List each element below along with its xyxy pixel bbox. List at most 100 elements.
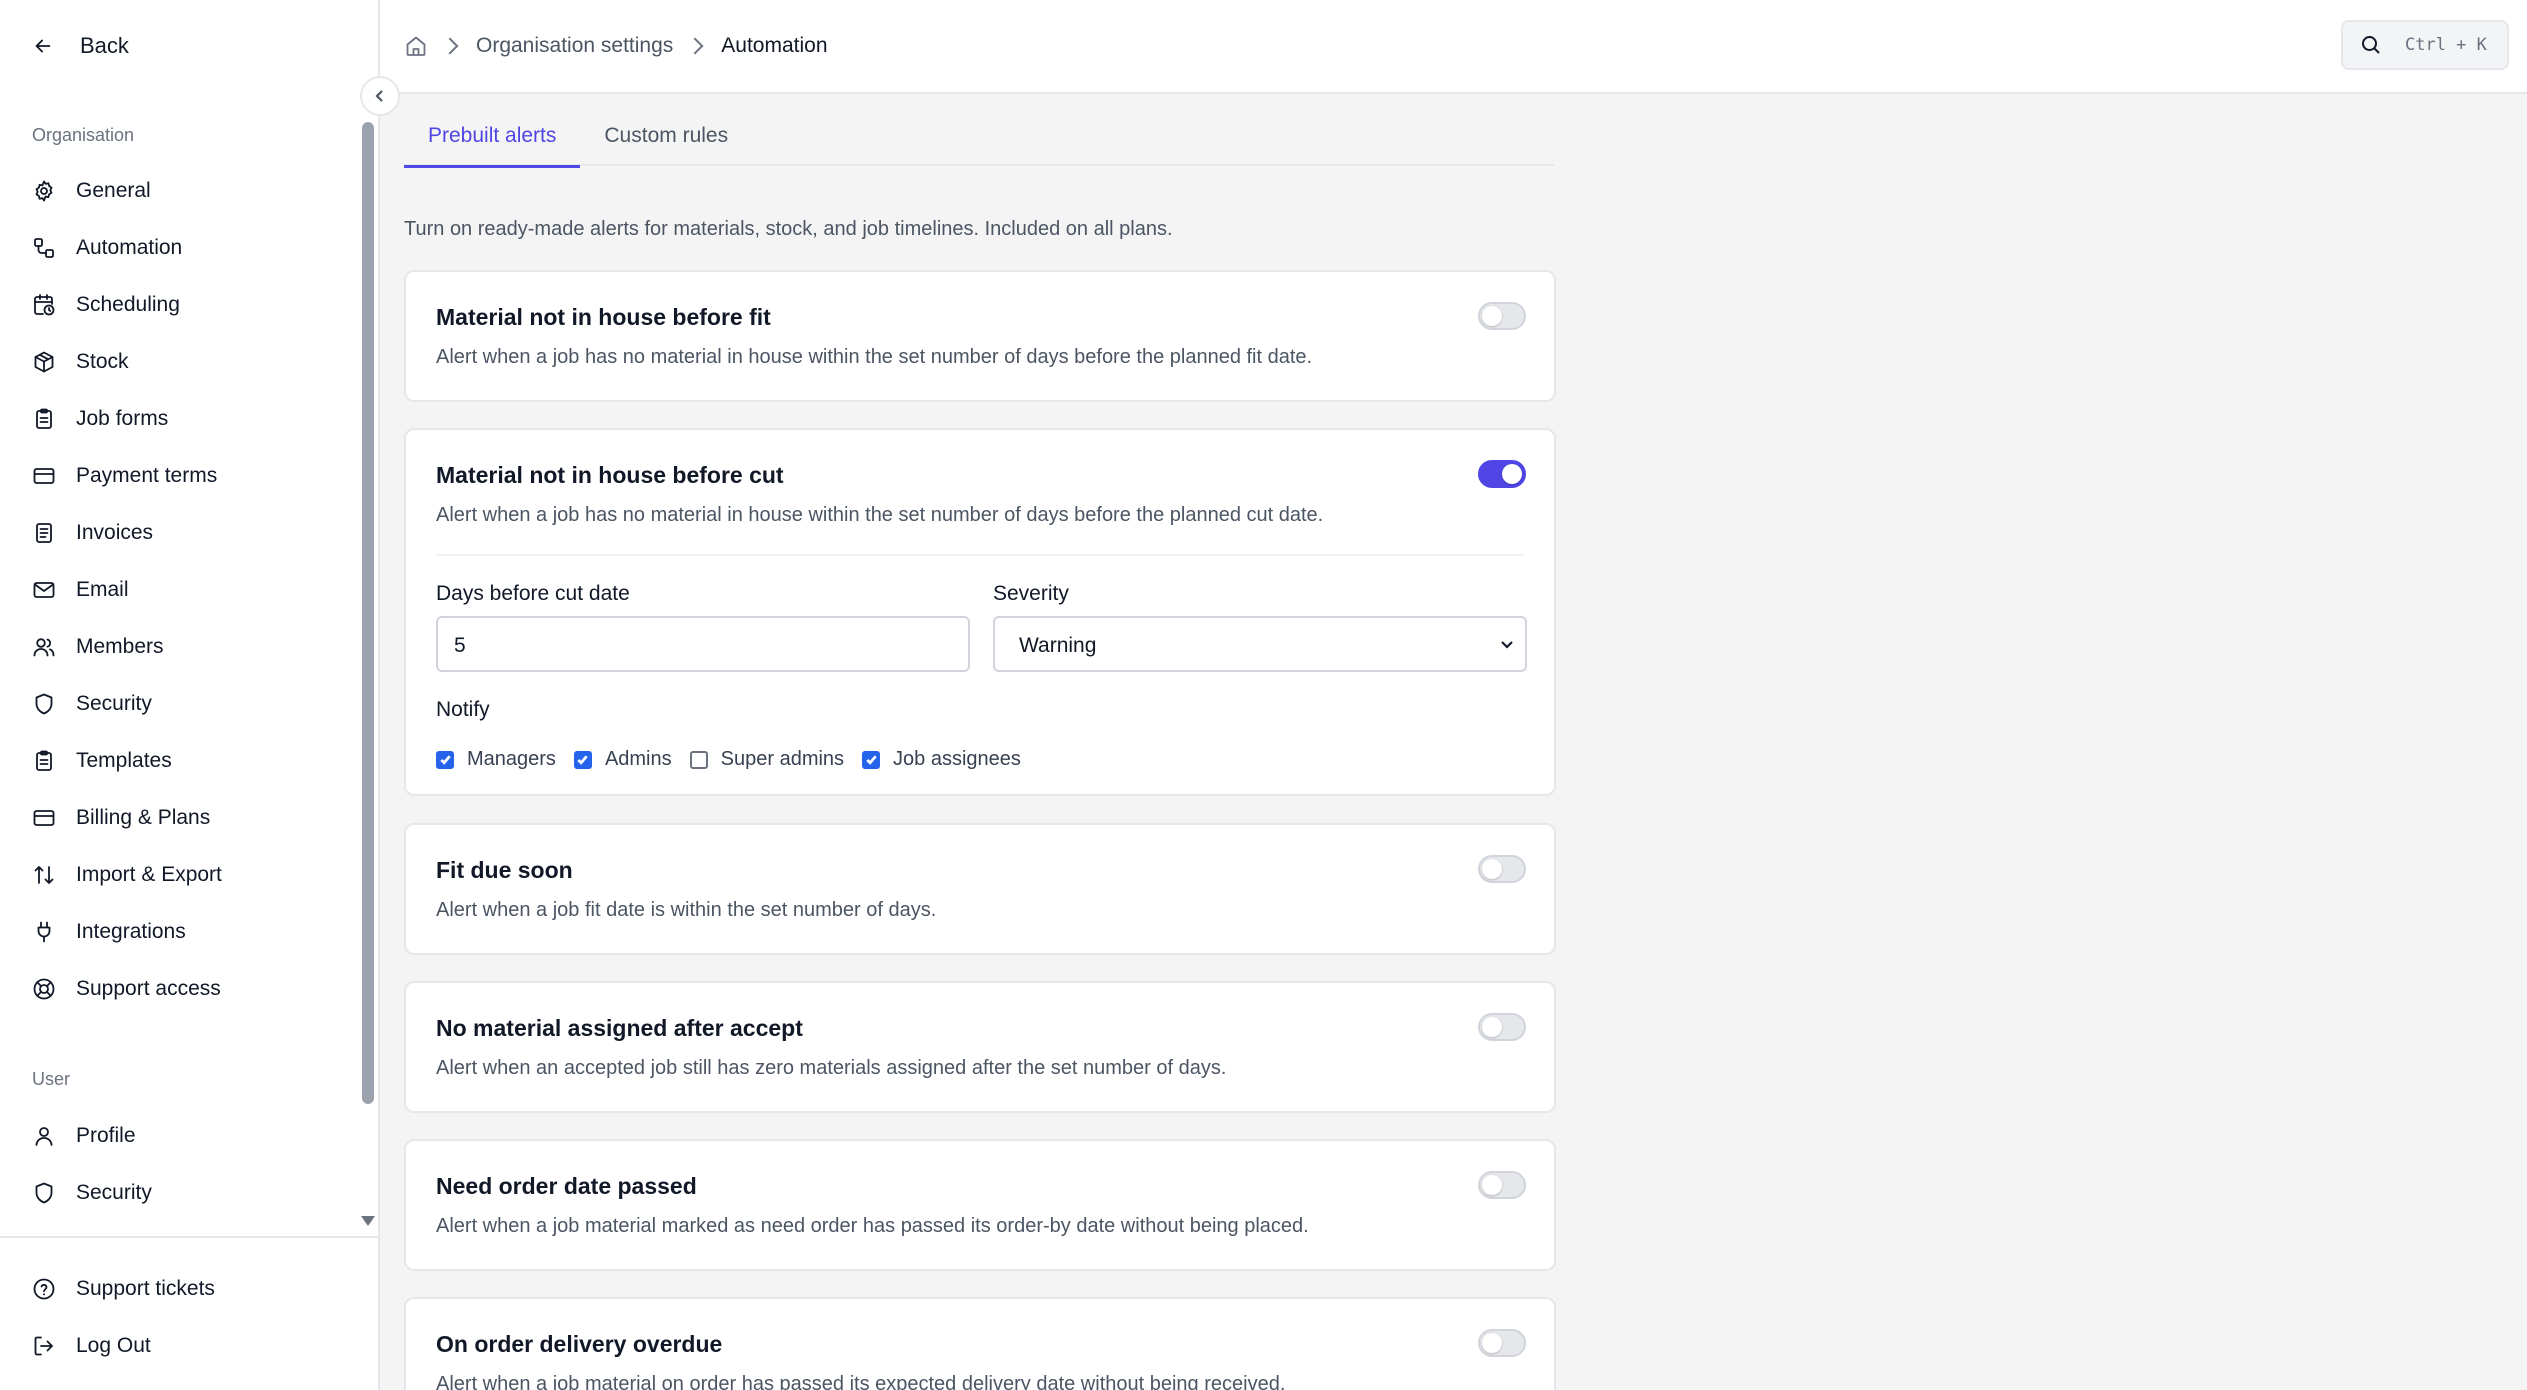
sidebar-item-label: Invoices	[76, 520, 154, 544]
sidebar-item-label: Email	[76, 577, 129, 601]
alert-toggle[interactable]	[1478, 855, 1526, 883]
notify-super-admins-checkbox[interactable]: Super admins	[689, 748, 844, 771]
sidebar-scrollbar[interactable]	[362, 122, 374, 1104]
mail-icon	[33, 581, 55, 598]
notify-options: Managers Admins Super admins Job assigne…	[436, 748, 1039, 771]
user-icon	[35, 1126, 53, 1146]
credit-card-icon	[33, 467, 55, 484]
lifebuoy-icon	[33, 978, 55, 999]
alert-card: Material not in house before fit Alert w…	[404, 270, 1556, 402]
alert-description: Alert when a job material marked as need…	[436, 1215, 1309, 1237]
sidebar-item-automation[interactable]: Automation	[30, 219, 350, 276]
sidebar-item-label: Billing & Plans	[76, 805, 211, 829]
checkbox-label: Managers	[467, 748, 556, 770]
search-button[interactable]: Ctrl + K	[2341, 20, 2509, 70]
home-icon[interactable]	[404, 34, 428, 58]
tab-bar: Prebuilt alerts Custom rules	[404, 118, 1554, 168]
log-out-icon	[34, 1336, 53, 1355]
alert-title: No material assigned after accept	[436, 1015, 803, 1041]
sidebar-item-log-out[interactable]: Log Out	[30, 1317, 350, 1374]
sidebar-item-support-access[interactable]: Support access	[30, 960, 350, 1017]
alert-card: Need order date passed Alert when a job …	[404, 1139, 1556, 1271]
sidebar-item-label: Support tickets	[76, 1276, 215, 1300]
collapse-sidebar-button[interactable]	[360, 76, 400, 116]
credit-card-icon	[33, 809, 55, 826]
top-bar: Organisation settings Automation Ctrl + …	[380, 0, 2527, 94]
organisation-section-label: Organisation	[32, 125, 135, 145]
checkbox-label: Job assignees	[893, 748, 1021, 770]
alert-description: Alert when a job material on order has p…	[436, 1373, 1286, 1390]
alert-description: Alert when an accepted job still has zer…	[436, 1057, 1227, 1079]
sidebar-item-profile[interactable]: Profile	[30, 1107, 350, 1164]
sidebar-item-integrations[interactable]: Integrations	[30, 903, 350, 960]
sidebar-item-members[interactable]: Members	[30, 618, 350, 675]
arrow-left-icon	[35, 39, 51, 53]
search-icon	[2362, 36, 2380, 54]
sidebar-item-import-export[interactable]: Import & Export	[30, 846, 350, 903]
notify-managers-checkbox[interactable]: Managers	[436, 748, 556, 771]
workflow-icon	[34, 237, 54, 258]
sidebar-item-label: Log Out	[76, 1333, 151, 1357]
clipboard-icon	[36, 408, 52, 429]
sidebar-item-general[interactable]: General	[30, 162, 350, 219]
calendar-clock-icon	[34, 293, 55, 315]
breadcrumb-automation: Automation	[721, 34, 828, 57]
intro-text: Turn on ready-made alerts for materials,…	[404, 218, 1173, 240]
tab-prebuilt-alerts[interactable]: Prebuilt alerts	[404, 118, 581, 168]
alert-card: Fit due soon Alert when a job fit date i…	[404, 823, 1556, 955]
help-circle-icon	[33, 1278, 55, 1299]
checkbox-box[interactable]	[862, 750, 881, 769]
sidebar-item-label: Import & Export	[76, 862, 222, 886]
alert-card-expanded: Material not in house before cut Alert w…	[404, 428, 1556, 796]
user-section-label: User	[32, 1069, 71, 1089]
checkbox-label: Admins	[604, 748, 672, 770]
arrows-up-down-icon	[34, 865, 54, 884]
sidebar-item-invoices[interactable]: Invoices	[30, 504, 350, 561]
days-before-label: Days before cut date	[436, 582, 630, 605]
sidebar-divider	[0, 1236, 378, 1238]
checkbox-box[interactable]	[573, 750, 592, 769]
alert-toggle[interactable]	[1478, 1171, 1526, 1199]
notify-admins-checkbox[interactable]: Admins	[573, 748, 672, 771]
alert-title: Need order date passed	[436, 1173, 697, 1199]
back-button[interactable]: Back	[32, 28, 129, 64]
checkbox-box[interactable]	[689, 750, 708, 769]
alert-toggle[interactable]	[1478, 460, 1526, 488]
severity-label: Severity	[993, 582, 1069, 605]
sidebar-item-security[interactable]: Security	[30, 675, 350, 732]
sidebar-item-payment-terms[interactable]: Payment terms	[30, 447, 350, 504]
alert-toggle[interactable]	[1478, 302, 1526, 330]
breadcrumb-separator-icon	[441, 37, 459, 55]
breadcrumb-organisation-settings[interactable]: Organisation settings	[476, 34, 673, 58]
sidebar-item-scheduling[interactable]: Scheduling	[30, 276, 350, 333]
sidebar-item-label: Support access	[76, 976, 221, 1000]
scroll-down-arrow-icon[interactable]	[361, 1216, 375, 1226]
sidebar: Back Organisation General Automation Sch…	[0, 0, 380, 1390]
alert-toggle[interactable]	[1478, 1329, 1526, 1357]
sidebar-item-label: Profile	[76, 1123, 136, 1147]
tab-custom-rules[interactable]: Custom rules	[580, 118, 752, 166]
checkbox-box[interactable]	[436, 750, 454, 769]
sidebar-item-support-tickets[interactable]: Support tickets	[30, 1260, 350, 1317]
sidebar-item-label: Stock	[76, 349, 129, 373]
sidebar-item-templates[interactable]: Templates	[30, 732, 350, 789]
sidebar-item-user-security[interactable]: Security	[30, 1164, 350, 1221]
severity-select[interactable]: Warning	[993, 616, 1527, 672]
organisation-nav: General Automation Scheduling Stock Job …	[30, 162, 350, 1017]
check-icon	[577, 755, 589, 765]
alert-description: Alert when a job has no material in hous…	[436, 346, 1313, 368]
sidebar-item-stock[interactable]: Stock	[30, 333, 350, 390]
alert-toggle[interactable]	[1478, 1013, 1526, 1041]
alert-title: On order delivery overdue	[436, 1331, 723, 1357]
sidebar-item-label: Automation	[76, 235, 183, 259]
sidebar-item-label: Payment terms	[76, 463, 218, 487]
user-nav: Profile Security	[30, 1107, 350, 1221]
sidebar-item-billing-plans[interactable]: Billing & Plans	[30, 789, 350, 846]
days-before-input[interactable]: 5	[436, 616, 970, 672]
receipt-icon	[36, 522, 52, 543]
breadcrumb-separator-icon	[686, 37, 704, 55]
alert-title: Material not in house before fit	[436, 304, 771, 330]
sidebar-item-job-forms[interactable]: Job forms	[30, 390, 350, 447]
sidebar-item-email[interactable]: Email	[30, 561, 350, 618]
notify-job-assignees-checkbox[interactable]: Job assignees	[862, 748, 1021, 771]
